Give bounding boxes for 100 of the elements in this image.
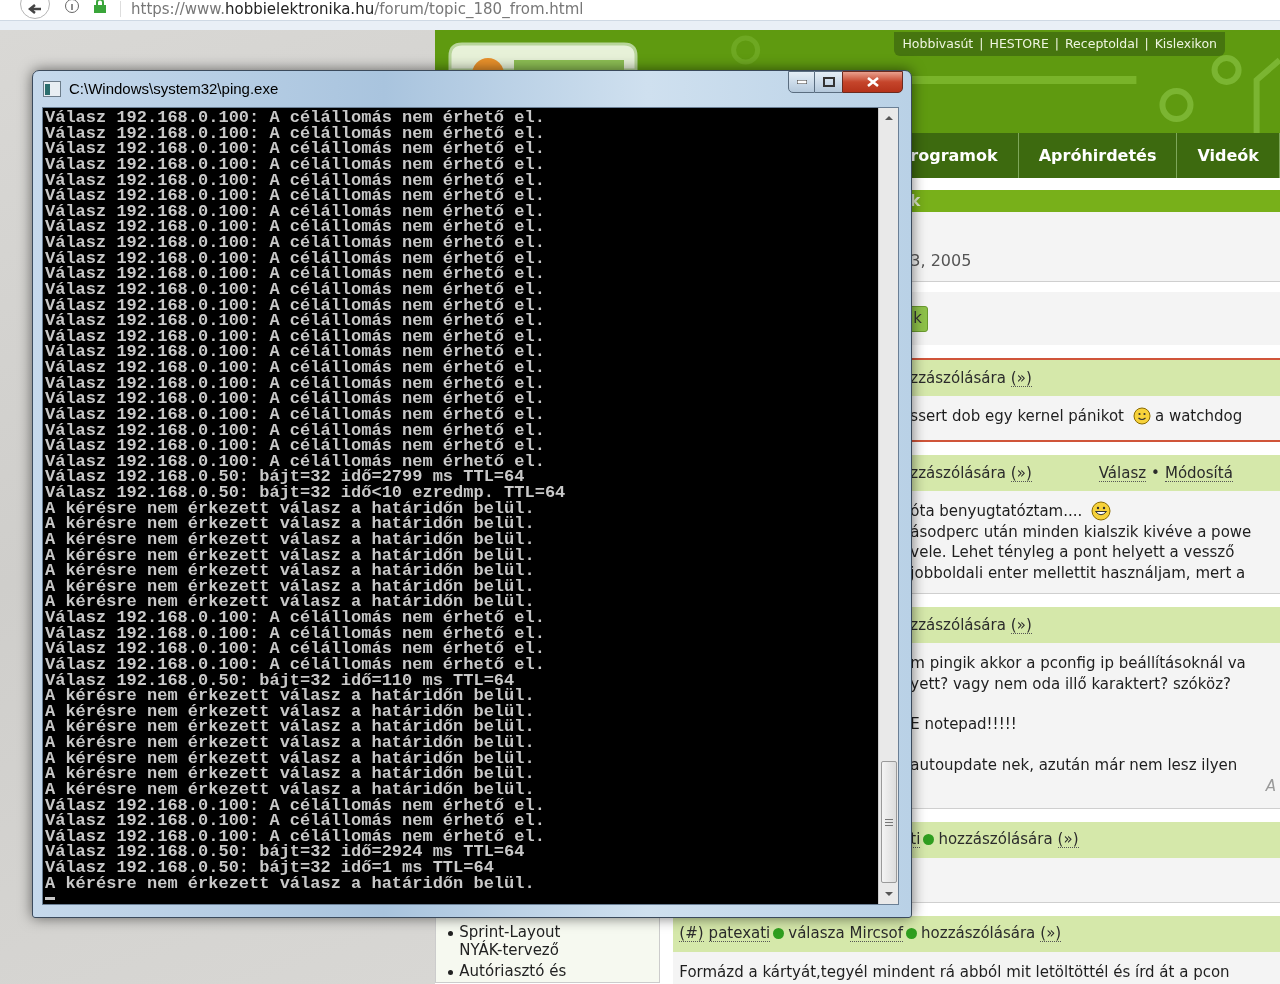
post-link[interactable]: (») (1040, 925, 1062, 942)
console-line: Válasz 192.168.0.100: A célállomás nem érhető el. (45, 125, 546, 142)
username-link[interactable]: Mircsof (849, 925, 904, 942)
console-line: Válasz 192.168.0.100: A célállomás nem érhető el. (45, 110, 546, 126)
post-link[interactable]: (») (1010, 369, 1032, 387)
console-line: Válasz 192.168.0.100: A célállomás nem érhető el. (45, 610, 546, 626)
console-line: Válasz 192.168.0.100: A célállomás nem érhető el. (45, 625, 546, 642)
close-icon (866, 77, 879, 87)
console-line: Válasz 192.168.0.100: A célállomás nem érhető el. (45, 641, 546, 657)
console-line: Válasz 192.168.0.50: bájt=32 idő<10 ezredmp. TTL=64 (45, 485, 567, 501)
section-title: k (910, 190, 921, 212)
post-text: ásodperc után minden kialszik kivéve a powe (910, 521, 1252, 543)
console-line: A kérésre nem érkezett válasz a határidőn belül. (45, 703, 536, 720)
console-line: Válasz 192.168.0.100: A célállomás nem érhető el. (45, 422, 546, 439)
console-line: Válasz 192.168.0.100: A célállomás nem érhető el. (45, 297, 546, 314)
smiley-icon (1132, 407, 1151, 426)
console-line: Válasz 192.168.0.100: A célállomás nem érhető el. (45, 235, 546, 251)
console-line: Válasz 192.168.0.100: A célállomás nem érhető el. (45, 438, 546, 454)
console-line: Válasz 192.168.0.100: A célállomás nem érhető el. (45, 391, 546, 407)
console-line: A kérésre nem érkezett válasz a határidőn belül. (45, 781, 535, 798)
post-text: ssert dob egy kernel pánikot (910, 406, 1124, 427)
console-line: A kérésre nem érkezett válasz a határidőn belül. (45, 563, 536, 579)
window-title: C:\Windows\system32\ping.exe (69, 78, 279, 99)
console-line: Válasz 192.168.0.50: bájt=32 idő=110 ms TTL=64 (45, 672, 515, 689)
post-text: válasza (788, 923, 845, 945)
post-link[interactable]: Módosítá (1164, 464, 1233, 482)
grip-icon (884, 818, 893, 826)
console-line: Válasz 192.168.0.100: A célállomás nem érhető el. (45, 828, 546, 845)
post-text: jobboldali enter mellettit használjam, mert a (910, 562, 1246, 584)
link-separator: | (1144, 34, 1149, 53)
close-button[interactable] (842, 71, 903, 93)
console-line: Válasz 192.168.0.100: A célállomás nem érhető el. (45, 172, 546, 189)
console-line: Válasz 192.168.0.100: A célállomás nem érhető el. (45, 313, 546, 329)
console-line: A kérésre nem érkezett válasz a határidőn belül. (45, 516, 536, 532)
console-line: Válasz 192.168.0.100: A célállomás nem érhető el. (45, 328, 546, 345)
bullet-icon (448, 931, 454, 936)
console-line: A kérésre nem érkezett válasz a határidőn belül. (45, 766, 536, 782)
scrollbar[interactable] (878, 108, 898, 904)
post-text: zzászólására (910, 614, 1006, 636)
console-line: Válasz 192.168.0.50: bájt=32 idő=2799 ms TTL=64 (45, 469, 525, 485)
console-line: Válasz 192.168.0.100: A célállomás nem érhető el. (45, 141, 546, 157)
back-arrow-icon (28, 4, 42, 14)
header-link[interactable]: Kislexikon (1154, 34, 1217, 54)
console-line: Válasz 192.168.0.100: A célállomás nem érhető el. (45, 344, 546, 360)
console-line: A kérésre nem érkezett válasz a határidőn belül. (45, 750, 536, 767)
console-line: A kérésre nem érkezett válasz a határidőn belül. (45, 547, 536, 564)
post-text: hozzászólására (921, 923, 1036, 945)
scroll-thumb[interactable] (880, 761, 897, 883)
header-link[interactable]: Receptoldal (1065, 34, 1139, 54)
post-link[interactable]: (») (1010, 464, 1032, 482)
post-text: • (1151, 462, 1160, 484)
post-link[interactable]: (#) (679, 925, 704, 942)
post-link[interactable]: Válasz (1098, 464, 1147, 482)
post-text: zzászólására (910, 367, 1006, 389)
username-link[interactable]: patexati (708, 925, 771, 942)
post-text: Formázd a kártyát,tegyél mindent rá abból mit letöltöttél és írd át a pcon (679, 961, 1230, 983)
console-line: Válasz 192.168.0.100: A célállomás nem érhető el. (45, 219, 546, 235)
info-icon[interactable] (64, 0, 80, 13)
edit-note: A (1265, 776, 1277, 797)
maximize-button[interactable] (815, 71, 842, 93)
post-text: m pingik akkor a pconfig ip beállításoknál va (910, 653, 1246, 674)
logo-icon (448, 42, 639, 70)
console-line: Válasz 192.168.0.50: bájt=32 idő=2924 ms TTL=64 (45, 844, 526, 860)
grin-icon (1091, 501, 1112, 522)
lock-icon (94, 0, 106, 13)
console-app-icon (43, 81, 61, 97)
post-link[interactable]: (») (1057, 831, 1079, 848)
bullet-icon (448, 970, 454, 975)
sidebar-link[interactable]: Sprint-Layout NYÁK-tervező (459, 923, 600, 959)
console-line: Válasz 192.168.0.100: A célállomás nem érhető el. (45, 360, 546, 376)
post-date: 3, 2005 (910, 250, 972, 272)
minimize-icon (796, 80, 807, 84)
post-link[interactable]: (») (1010, 616, 1032, 634)
header-link[interactable]: Hobbivasút (902, 34, 974, 54)
sidebar-link[interactable]: Autóriasztó és (459, 962, 600, 980)
maximize-icon (822, 77, 835, 87)
console-line: A kérésre nem érkezett válasz a határidőn belül. (45, 531, 536, 548)
link-separator: | (1054, 34, 1059, 53)
link-separator: | (979, 34, 984, 53)
console-line: Válasz 192.168.0.100: A célállomás nem érhető el. (45, 203, 546, 220)
console-line: Válasz 192.168.0.100: A célállomás nem érhető el. (45, 453, 546, 470)
header-link[interactable]: HESTORE (989, 34, 1049, 54)
text-cursor (45, 897, 55, 901)
console-line: Válasz 192.168.0.100: A célállomás nem érhető el. (45, 797, 546, 814)
post-text: yett? vagy nem oda illő karaktert? szóköz? (910, 673, 1231, 695)
post-text: vele. Lehet tényleg a pont helyett a vessző (910, 542, 1235, 563)
console-line: A kérésre nem érkezett válasz a határidőn belül. (45, 735, 536, 751)
console-line: Válasz 192.168.0.100: A célállomás nem érhető el. (45, 281, 546, 298)
console-line: A kérésre nem érkezett válasz a határidőn belül. (45, 719, 536, 735)
post-text: E notepad!!!!! (910, 714, 1017, 735)
console-line: Válasz 192.168.0.100: A célállomás nem érhető el. (45, 656, 546, 673)
console-line: Válasz 192.168.0.50: bájt=32 idő=1 ms TTL=64 (45, 860, 494, 876)
minimize-button[interactable] (788, 71, 815, 93)
console-line: Válasz 192.168.0.100: A célállomás nem érhető el. (45, 266, 546, 282)
console-line: A kérésre nem érkezett válasz a határidőn belül. (45, 875, 536, 892)
console-line: A kérésre nem érkezett válasz a határidőn belül. (45, 578, 536, 595)
post-text: autoupdate nek, azután már nem lesz ilyen (910, 754, 1238, 776)
console-line: Válasz 192.168.0.100: A célállomás nem érhető el. (45, 188, 546, 204)
console-line: Válasz 192.168.0.100: A célállomás nem érhető el. (45, 406, 546, 423)
url-field[interactable]: https://www.hobbielektronika.hu/forum/topic_180_from.html (120, 1, 584, 17)
